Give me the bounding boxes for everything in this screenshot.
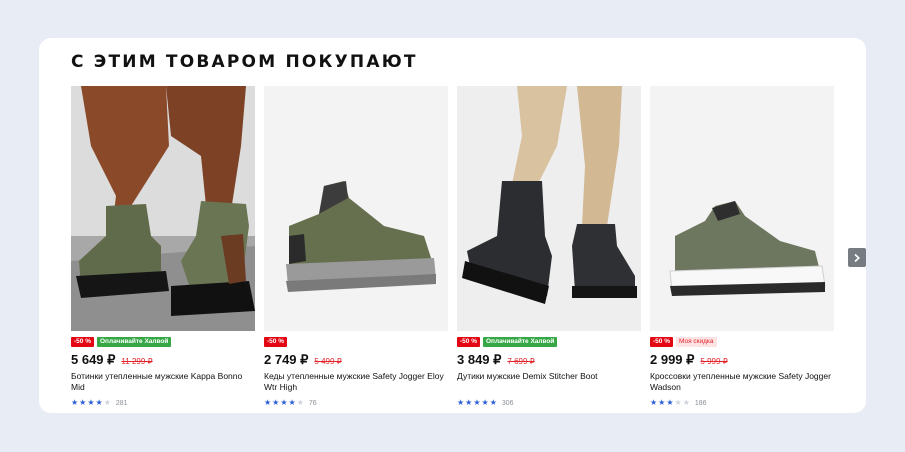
old-price: 5 499 ₽ [314,357,342,366]
product-card[interactable]: -50 % 2 749 ₽ 5 499 ₽ Кеды утепленные му… [264,86,448,413]
halva-badge: Оплачивайте Халвой [96,337,172,347]
star-icon: ★ [103,398,111,407]
rating: ★ ★ ★ ★ ★ 281 [71,399,128,407]
star-icon: ★ [79,398,87,407]
star-icon: ★ [650,398,658,407]
review-count: 281 [115,399,128,407]
star-icon: ★ [473,398,481,407]
product-image[interactable] [457,86,641,331]
star-icon: ★ [280,398,288,407]
product-image[interactable] [264,86,448,331]
rating: ★ ★ ★ ★ ★ 186 [650,399,707,407]
half-star-icon: ★ [288,398,296,407]
product-name[interactable]: Кеды утепленные мужские Safety Jogger El… [264,371,448,392]
product-name[interactable]: Дутики мужские Demix Stitcher Boot [457,371,641,382]
star-icon: ★ [87,398,95,407]
product-card[interactable]: -50 % Оплачивайте Халвой 3 849 ₽ 7 699 ₽… [457,86,641,413]
product-name[interactable]: Ботинки утепленные мужские Kappa Bonno M… [71,371,255,392]
rating: ★ ★ ★ ★ ★ 76 [264,399,317,407]
half-star-icon: ★ [489,398,497,407]
discount-badge: -50 % [650,337,673,347]
star-icon: ★ [457,398,465,407]
price-row: 5 649 ₽ 11 299 ₽ [71,352,153,368]
star-icon: ★ [682,398,690,407]
old-price: 5 999 ₽ [700,357,728,366]
recommendations-panel: С ЭТИМ ТОВАРОМ ПОКУПАЮТ -50 % Оплачивайт… [39,38,866,413]
star-icon: ★ [296,398,304,407]
badge-row: -50 % Моя скидка [650,337,717,347]
olive-white-sneaker-icon [650,86,834,331]
star-icon: ★ [264,398,272,407]
my-discount-badge: Моя скидка [675,337,717,347]
old-price: 11 299 ₽ [121,357,153,366]
section-title: С ЭТИМ ТОВАРОМ ПОКУПАЮТ [71,52,418,72]
star-icon: ★ [481,398,489,407]
badge-row: -50 % Оплачивайте Халвой [457,337,558,347]
star-icon: ★ [465,398,473,407]
rating: ★ ★ ★ ★ ★ 306 [457,399,514,407]
price-row: 2 749 ₽ 5 499 ₽ [264,352,342,368]
price-row: 2 999 ₽ 5 999 ₽ [650,352,728,368]
current-price: 2 749 ₽ [264,352,309,367]
current-price: 3 849 ₽ [457,352,502,367]
discount-badge: -50 % [457,337,480,347]
product-carousel: -50 % Оплачивайте Халвой 5 649 ₽ 11 299 … [71,86,866,413]
review-count: 76 [308,399,317,407]
half-star-icon: ★ [666,398,674,407]
star-icon: ★ [71,398,79,407]
product-card[interactable]: -50 % Моя скидка 2 999 ₽ 5 999 ₽ Кроссов… [650,86,834,413]
half-star-icon: ★ [95,398,103,407]
current-price: 2 999 ₽ [650,352,695,367]
black-puffer-boot-on-legs-icon [457,86,641,331]
star-icon: ★ [272,398,280,407]
current-price: 5 649 ₽ [71,352,116,367]
review-count: 306 [501,399,514,407]
star-icon: ★ [674,398,682,407]
review-count: 186 [694,399,707,407]
badge-row: -50 % [264,337,287,347]
product-image[interactable] [71,86,255,331]
discount-badge: -50 % [71,337,94,347]
chevron-right-icon [854,253,860,262]
olive-high-sneaker-icon [264,86,448,331]
product-card[interactable]: -50 % Оплачивайте Халвой 5 649 ₽ 11 299 … [71,86,255,413]
halva-badge: Оплачивайте Халвой [482,337,558,347]
star-icon: ★ [658,398,666,407]
product-image[interactable] [650,86,834,331]
discount-badge: -50 % [264,337,287,347]
price-row: 3 849 ₽ 7 699 ₽ [457,352,535,368]
product-name[interactable]: Кроссовки утепленные мужские Safety Jogg… [650,371,834,392]
carousel-next-button[interactable] [848,248,866,267]
badge-row: -50 % Оплачивайте Халвой [71,337,172,347]
old-price: 7 699 ₽ [507,357,535,366]
olive-boot-on-legs-icon [71,86,255,331]
